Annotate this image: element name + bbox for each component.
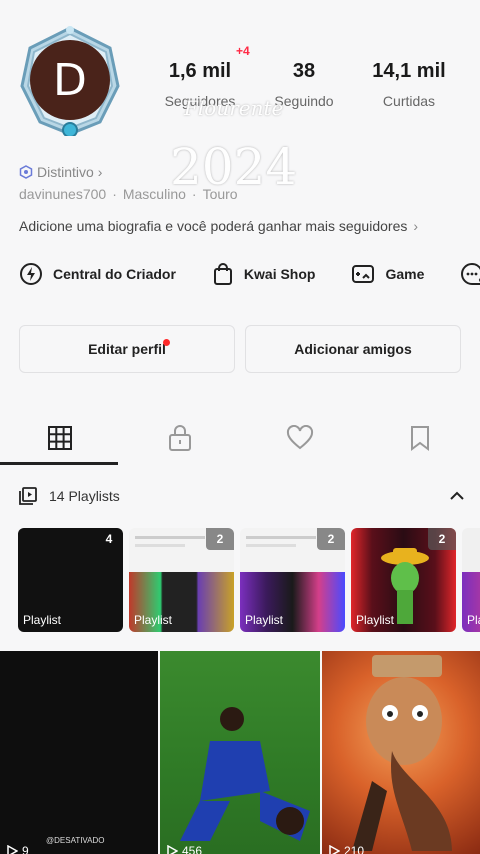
profile-tabs (0, 412, 480, 466)
video-watermark: @DESATIVADO (46, 836, 105, 845)
active-tab-indicator (0, 462, 118, 465)
shortcut-label: Kwai Shop (243, 266, 316, 282)
view-count-value: 456 (182, 844, 203, 854)
video-thumbnail-figure (180, 707, 310, 841)
overlay-name-text: Flourente (184, 96, 284, 120)
shortcut-label: Central do Criador (53, 266, 176, 282)
shortcut-row: Central do Criador Kwai Shop Game (19, 260, 480, 288)
avatar[interactable]: D (14, 22, 126, 146)
playlists-row: 4 Playlist 2 Playlist 2 Playlist 2 Playl… (18, 528, 480, 632)
likes-stat[interactable]: 14,1 mil Curtidas (364, 60, 454, 109)
video-thumbnail-figure (352, 655, 452, 851)
playlist-name: Playlist (23, 613, 62, 627)
playlist-card[interactable]: Pla (462, 528, 480, 632)
playlist-count: 4 (105, 532, 113, 546)
kwai-shop-shortcut[interactable]: Kwai Shop (212, 262, 316, 286)
chevron-right-icon: › (97, 164, 103, 180)
thumbnail-line (135, 544, 185, 547)
video-thumbnail[interactable]: 456 (160, 651, 320, 854)
zodiac-sign: Touro (202, 186, 238, 202)
playlist-name: Pla (467, 613, 480, 627)
followers-delta-badge: +4 (236, 44, 250, 58)
video-thumbnail[interactable]: 210 (322, 651, 480, 854)
bookmark-icon (411, 426, 429, 451)
tab-liked[interactable] (240, 412, 360, 464)
following-count: 38 (292, 60, 316, 82)
play-icon (329, 845, 340, 854)
playlist-icon (19, 487, 37, 505)
add-friends-label: Adicionar amigos (294, 341, 412, 357)
badge-link[interactable]: Distintivo › (19, 164, 102, 180)
messages-shortcut[interactable] (460, 262, 480, 286)
lightning-circle-icon (20, 263, 42, 285)
notification-dot (163, 339, 170, 346)
edit-profile-button[interactable]: Editar perfil (19, 325, 235, 373)
playlist-thumbnail (381, 548, 429, 624)
playlist-count: 2 (206, 528, 234, 550)
playlist-card[interactable]: 2 Playlist (351, 528, 456, 632)
play-icon (7, 845, 18, 854)
creator-center-shortcut[interactable]: Central do Criador (19, 262, 176, 286)
followers-count: 1,6 mil (168, 60, 232, 82)
thumbnail-line (135, 536, 205, 539)
play-icon (167, 845, 178, 854)
playlist-card[interactable]: 2 Playlist (129, 528, 234, 632)
playlist-card[interactable]: 2 Playlist (240, 528, 345, 632)
tab-private[interactable] (120, 412, 240, 464)
game-shortcut[interactable]: Game (351, 262, 424, 286)
playlist-card[interactable]: 4 Playlist (18, 528, 123, 632)
chevron-up-icon[interactable] (450, 491, 464, 501)
edit-profile-label: Editar perfil (88, 341, 166, 357)
chevron-right-icon: › (413, 218, 419, 234)
add-friends-button[interactable]: Adicionar amigos (245, 325, 461, 373)
thumbnail-line (246, 536, 316, 539)
profile-meta: davinunes700 · Masculino · Touro (19, 186, 238, 202)
playlists-title: 14 Playlists (49, 488, 120, 504)
chat-bubble-icon (461, 262, 480, 285)
view-count: 456 (166, 844, 202, 854)
shopping-bag-icon (213, 263, 232, 285)
shortcut-label: Game (385, 266, 425, 282)
heart-icon (286, 425, 314, 450)
playlists-header[interactable]: 14 Playlists (19, 484, 464, 508)
playlist-count: 2 (317, 528, 345, 550)
gender: Masculino (122, 186, 186, 202)
lock-icon (169, 425, 191, 451)
playlist-name: Playlist (134, 613, 173, 627)
likes-label: Curtidas (382, 93, 436, 109)
tab-posts[interactable] (0, 412, 120, 464)
badge-hexagon-icon (19, 165, 33, 179)
playlist-count: 2 (428, 528, 456, 550)
view-count-value: 210 (344, 844, 365, 854)
avatar-letter: D (30, 40, 110, 120)
badge-label: Distintivo (37, 164, 94, 180)
view-count: 9 (6, 844, 29, 854)
view-count-value: 9 (22, 844, 29, 854)
bio-text: Adicione uma biografia e você poderá gan… (19, 218, 408, 234)
playlist-name: Playlist (356, 613, 395, 627)
video-grid: @DESATIVADO 9 456 210 (0, 651, 480, 854)
view-count: 210 (328, 844, 364, 854)
username: davinunes700 (19, 186, 107, 202)
likes-count: 14,1 mil (372, 60, 446, 82)
video-thumbnail[interactable]: @DESATIVADO 9 (0, 651, 158, 854)
gamepad-icon (352, 265, 375, 283)
thumbnail-line (246, 544, 296, 547)
tab-saved[interactable] (360, 412, 480, 464)
bio-prompt[interactable]: Adicione uma biografia e você poderá gan… (19, 218, 418, 234)
grid-icon (48, 426, 72, 450)
playlist-name: Playlist (245, 613, 284, 627)
